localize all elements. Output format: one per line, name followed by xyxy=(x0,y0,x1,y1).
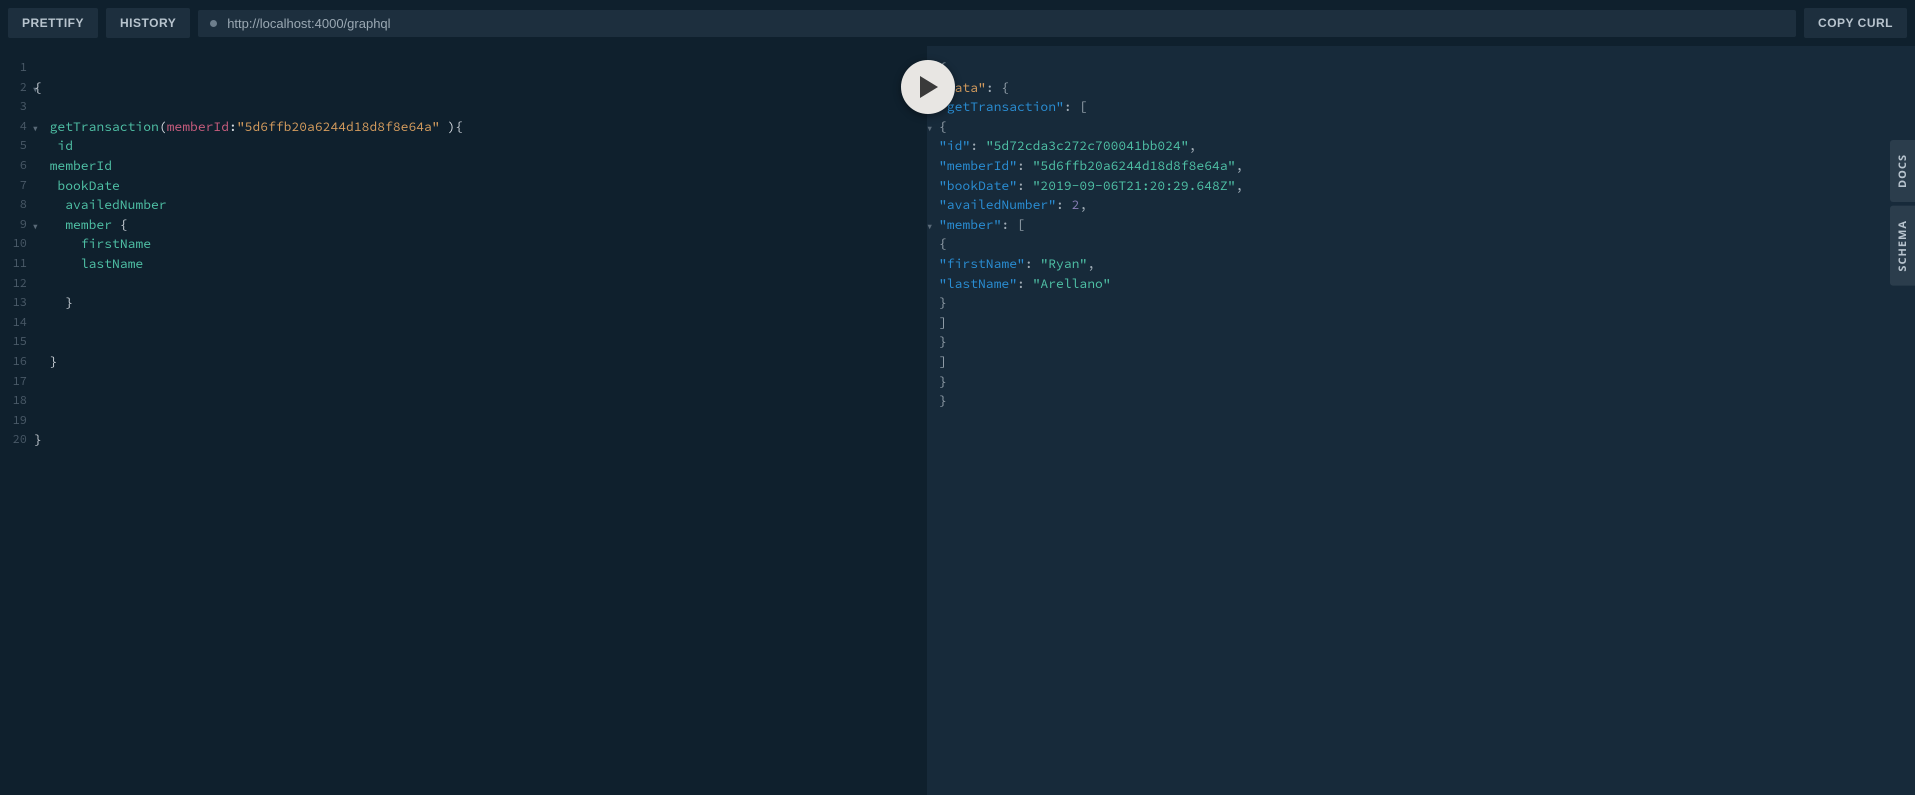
result-line: } xyxy=(939,372,1915,392)
result-line: "id": "5d72cda3c272c700041bb024", xyxy=(939,136,1915,156)
result-viewer[interactable]: ▼{▼ "data": {▼ "getTransaction": [▼ { "i… xyxy=(927,46,1915,795)
code-line[interactable]: id xyxy=(34,136,927,156)
line-number: 2▼ xyxy=(0,78,30,98)
code-line[interactable]: firstName xyxy=(34,234,927,254)
line-number: 17 xyxy=(0,372,30,392)
result-line: "firstName": "Ryan", xyxy=(939,254,1915,274)
code-line[interactable] xyxy=(34,332,927,352)
code-line[interactable]: } xyxy=(34,352,927,372)
line-number: 1 xyxy=(0,58,30,78)
line-number: 15 xyxy=(0,332,30,352)
line-number: 16 xyxy=(0,352,30,372)
line-number: 8 xyxy=(0,195,30,215)
result-line: ▼{ xyxy=(939,58,1915,78)
result-line: ▼ "member": [ xyxy=(939,215,1915,235)
line-number: 20 xyxy=(0,430,30,450)
result-line: "memberId": "5d6ffb20a6244d18d8f8e64a", xyxy=(939,156,1915,176)
result-line: ▼ "data": { xyxy=(939,78,1915,98)
copy-curl-button[interactable]: COPY CURL xyxy=(1804,8,1907,38)
side-tabs: DOCS SCHEMA xyxy=(1890,140,1915,286)
code-line[interactable]: { xyxy=(34,78,927,98)
code-line[interactable]: getTransaction(memberId:"5d6ffb20a6244d1… xyxy=(34,117,927,137)
code-line[interactable]: } xyxy=(34,430,927,450)
code-line[interactable]: memberId xyxy=(34,156,927,176)
code-line[interactable]: bookDate xyxy=(34,176,927,196)
code-line[interactable] xyxy=(34,313,927,333)
line-number: 18 xyxy=(0,391,30,411)
line-number: 19 xyxy=(0,411,30,431)
line-number: 5 xyxy=(0,136,30,156)
fold-icon[interactable]: ▼ xyxy=(927,218,932,238)
code-line[interactable] xyxy=(34,97,927,117)
query-code[interactable]: { getTransaction(memberId:"5d6ffb20a6244… xyxy=(34,58,927,450)
line-number: 6 xyxy=(0,156,30,176)
line-number: 11 xyxy=(0,254,30,274)
result-line: { xyxy=(939,234,1915,254)
toolbar: PRETTIFY HISTORY COPY CURL xyxy=(0,0,1915,46)
code-line[interactable]: member { xyxy=(34,215,927,235)
line-number: 13 xyxy=(0,293,30,313)
line-number: 10 xyxy=(0,234,30,254)
schema-tab[interactable]: SCHEMA xyxy=(1890,206,1915,286)
code-line[interactable]: lastName xyxy=(34,254,927,274)
line-number: 14 xyxy=(0,313,30,333)
main: 12▼34▼56789▼1011121314151617181920 { get… xyxy=(0,46,1915,795)
fold-icon[interactable]: ▼ xyxy=(927,120,932,140)
endpoint-input[interactable] xyxy=(227,16,1784,31)
code-line[interactable] xyxy=(34,274,927,294)
result-line: "availedNumber": 2, xyxy=(939,195,1915,215)
line-number: 3 xyxy=(0,97,30,117)
line-gutter: 12▼34▼56789▼1011121314151617181920 xyxy=(0,58,30,450)
result-line: ▼ "getTransaction": [ xyxy=(939,97,1915,117)
play-icon xyxy=(920,76,940,98)
code-line[interactable] xyxy=(34,391,927,411)
code-line[interactable] xyxy=(34,411,927,431)
code-line[interactable] xyxy=(34,58,927,78)
history-button[interactable]: HISTORY xyxy=(106,8,190,38)
result-code: ▼{▼ "data": {▼ "getTransaction": [▼ { "i… xyxy=(927,58,1915,411)
line-number: 12 xyxy=(0,274,30,294)
code-line[interactable]: availedNumber xyxy=(34,195,927,215)
execute-button[interactable] xyxy=(901,60,955,114)
result-line: } xyxy=(939,293,1915,313)
code-line[interactable]: } xyxy=(34,293,927,313)
result-line: ▼ { xyxy=(939,117,1915,137)
line-number: 9▼ xyxy=(0,215,30,235)
line-number: 7 xyxy=(0,176,30,196)
code-line[interactable] xyxy=(34,372,927,392)
prettify-button[interactable]: PRETTIFY xyxy=(8,8,98,38)
endpoint-bar[interactable] xyxy=(198,10,1796,37)
result-line: "bookDate": "2019-09-06T21:20:29.648Z", xyxy=(939,176,1915,196)
result-line: } xyxy=(939,391,1915,411)
query-editor[interactable]: 12▼34▼56789▼1011121314151617181920 { get… xyxy=(0,46,927,795)
result-line: ] xyxy=(939,352,1915,372)
result-line: } xyxy=(939,332,1915,352)
line-number: 4▼ xyxy=(0,117,30,137)
docs-tab[interactable]: DOCS xyxy=(1890,140,1915,202)
result-line: ] xyxy=(939,313,1915,333)
status-dot-icon xyxy=(210,20,217,27)
result-line: "lastName": "Arellano" xyxy=(939,274,1915,294)
